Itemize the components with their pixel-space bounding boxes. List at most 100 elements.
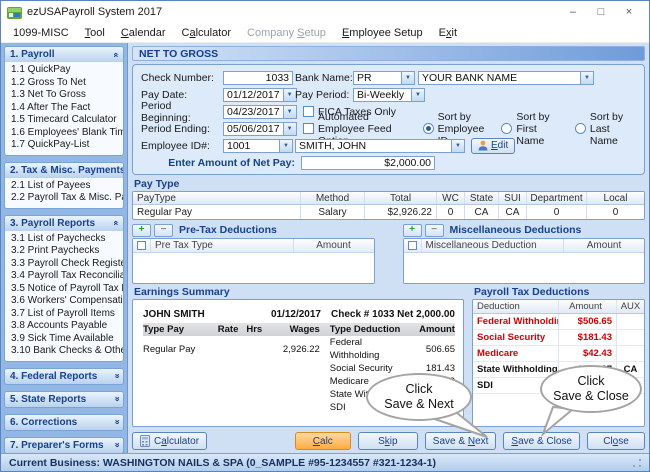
period-ending-picker[interactable]: 05/06/2017 [223,121,297,136]
edit-employee-button[interactable]: Edit [471,137,516,154]
sidebar-section-state-reports: 5. State Reports « [4,390,124,408]
sidebar-section-corrections: 6. Corrections « [4,413,124,431]
check-number-input[interactable]: 1033 [223,70,293,85]
pay-type-table: PayType Method Total WC State SUI Department Lo… [132,191,645,220]
employee-name: JOHN SMITH [143,309,205,320]
select-all-misc-checkbox[interactable] [404,239,422,252]
chevron-down-icon: « [111,442,122,448]
tax-row: Medicare $42.43 [473,346,644,362]
add-pretax-button[interactable]: + [132,223,151,237]
menu-calendar[interactable]: Calendar [113,25,174,41]
misc-title: Miscellaneous Deductions [449,224,582,236]
net-pay-label: Enter Amount of Net Pay: [168,156,295,169]
menu-employee-setup[interactable]: Employee Setup [334,25,431,41]
chevron-down-icon [282,104,297,119]
chevron-up-icon: « [111,51,122,58]
chevron-down-icon [580,70,594,85]
skip-button[interactable]: Skip [357,432,418,450]
main-panel: NET TO GROSS Check Number: 1033 Bank Nam… [128,43,649,453]
employee-id-select[interactable]: 1001 [223,138,293,153]
pay-period-label: Pay Period: [295,88,350,101]
sidebar-item-quickpay[interactable]: 1.1 QuickPay [5,64,123,77]
sidebar-item-payroll-tax-misc[interactable]: 2.2 Payroll Tax & Misc. Payments [5,192,123,205]
person-icon [478,140,488,151]
resize-grip[interactable] [632,458,641,467]
sidebar-item-after-the-fact[interactable]: 1.4 After The Fact [5,102,123,115]
sidebar-item-check-register[interactable]: 3.3 Payroll Check Register/Journal [5,258,123,271]
minimize-icon[interactable]: – [559,2,587,22]
chevron-down-icon [401,70,415,85]
radio-icon [501,123,513,134]
close-icon[interactable]: × [615,2,643,22]
sidebar-item-bank-checks[interactable]: 3.10 Bank Checks & Other Debits [5,345,123,358]
add-misc-button[interactable]: + [402,223,422,237]
sidebar-header-tax-misc[interactable]: 2. Tax & Misc. Payments« [5,162,124,178]
calculator-button[interactable]: Calculator [132,432,208,450]
menu-bar: 1099-MISC Tool Calendar Calculator Compa… [1,23,649,43]
sidebar-header-federal-reports[interactable]: 4. Federal Reports « [5,368,123,384]
maximize-icon[interactable]: □ [587,2,615,22]
app-window: ezUSAPayroll System 2017 – □ × 1099-MISC… [0,0,650,472]
pretax-table: Pre Tax Type Amount [132,238,375,284]
pretax-deductions-section: + − Pre-Tax Deductions Pre Tax Type Amou… [132,223,375,284]
employee-name-select[interactable]: SMITH, JOHN [295,138,465,153]
status-bar: Current Business: WASHINGTON NAILS & SPA… [1,453,649,471]
sidebar-item-print-paychecks[interactable]: 3.2 Print Paychecks [5,245,123,258]
chevron-down-icon [282,121,297,136]
sidebar-item-accounts-payable[interactable]: 3.8 Accounts Payable [5,320,123,333]
close-button[interactable]: Close [587,432,645,450]
sidebar-item-blank-timesheet[interactable]: 1.6 Employees' Blank Timesheet [5,127,123,140]
page-title: NET TO GROSS [132,46,645,61]
sidebar-section-payroll: 1. Payroll « 1.1 QuickPay 1.2 Gross To Ne… [4,46,124,156]
calc-button[interactable]: Calc [294,432,351,450]
sidebar: 1. Payroll « 1.1 QuickPay 1.2 Gross To Ne… [1,43,128,453]
sidebar-header-state-reports[interactable]: 5. State Reports « [5,391,123,407]
sidebar-item-timecard-calculator[interactable]: 1.5 Timecard Calculator [5,114,123,127]
menu-exit[interactable]: Exit [431,25,465,41]
remove-misc-button[interactable]: − [424,223,444,237]
sidebar-item-notice-tax-due[interactable]: 3.5 Notice of Payroll Tax Due [5,283,123,296]
sidebar-item-quickpay-list[interactable]: 1.7 QuickPay-List [5,139,123,152]
sidebar-header-corrections[interactable]: 6. Corrections « [5,414,123,430]
sort-by-last-name-radio[interactable]: Sort by Last Name [574,111,636,147]
payroll-tax-deductions-title: Payroll Tax Deductions [474,286,590,298]
menu-tool[interactable]: Tool [77,25,113,41]
menu-1099-misc[interactable]: 1099-MISC [5,25,77,41]
sidebar-item-sick-time[interactable]: 3.9 Sick Time Available [5,333,123,346]
bank-name-select[interactable]: YOUR BANK NAME [418,70,594,85]
callout-save-next: Click Save & Next [366,373,472,421]
pay-period-select[interactable]: Bi-Weekly [353,87,425,102]
sidebar-section-payroll-reports: 3. Payroll Reports « 3.1 List of Paycheck… [4,214,124,362]
sidebar-header-preparers-forms[interactable]: 7. Preparer's Forms « [5,437,123,453]
radio-selected-icon [422,123,434,134]
remove-pretax-button[interactable]: − [154,223,173,237]
pay-type-row[interactable]: Regular Pay Salary $2,926.22 0 CA CA 0 0 [133,205,644,219]
period-beginning-picker[interactable]: 04/23/2017 [223,104,297,119]
sidebar-item-workers-comp[interactable]: 3.6 Workers' Compensation [5,295,123,308]
chevron-up-icon: « [123,167,124,172]
sidebar-header-payroll[interactable]: 1. Payroll « [5,47,123,62]
menu-calculator[interactable]: Calculator [173,25,239,41]
sidebar-item-gross-to-net[interactable]: 1.2 Gross To Net [5,77,123,90]
net-to-gross-form: Check Number: 1033 Bank Name: PR YOUR BA… [132,64,645,175]
sidebar-header-payroll-reports[interactable]: 3. Payroll Reports « [5,215,123,231]
select-all-pretax-checkbox[interactable] [133,239,151,252]
pay-date-picker[interactable]: 01/12/2017 [223,87,297,102]
chevron-down-icon: « [111,419,122,425]
radio-icon [574,123,586,134]
net-pay-input[interactable]: $2,000.00 [301,155,435,170]
bank-code-select[interactable]: PR [353,70,415,85]
sidebar-item-net-to-gross[interactable]: 1.3 Net To Gross [5,89,123,102]
sidebar-item-list-of-payees[interactable]: 2.1 List of Payees [5,180,123,193]
check-number-label: Check Number: [141,71,214,84]
period-ending-label: Period Ending: [141,122,210,135]
tax-row: Federal Withholding$506.65 [473,314,644,330]
sidebar-item-list-of-paychecks[interactable]: 3.1 List of Paychecks [5,233,123,246]
title-bar: ezUSAPayroll System 2017 – □ × [1,1,649,23]
earnings-header-row: Type Pay Rate Hrs Wages Type Deduction Amoun… [143,323,455,336]
chevron-down-icon [279,138,293,153]
sidebar-item-tax-reconciliation[interactable]: 3.4 Payroll Tax Reconciliation [5,270,123,283]
employee-id-label: Employee ID#: [141,139,210,152]
earnings-totals-row: Total Wages2,926.22 Total Deduction926.2… [143,426,455,427]
sidebar-item-list-payroll-items[interactable]: 3.7 List of Payroll Items [5,308,123,321]
